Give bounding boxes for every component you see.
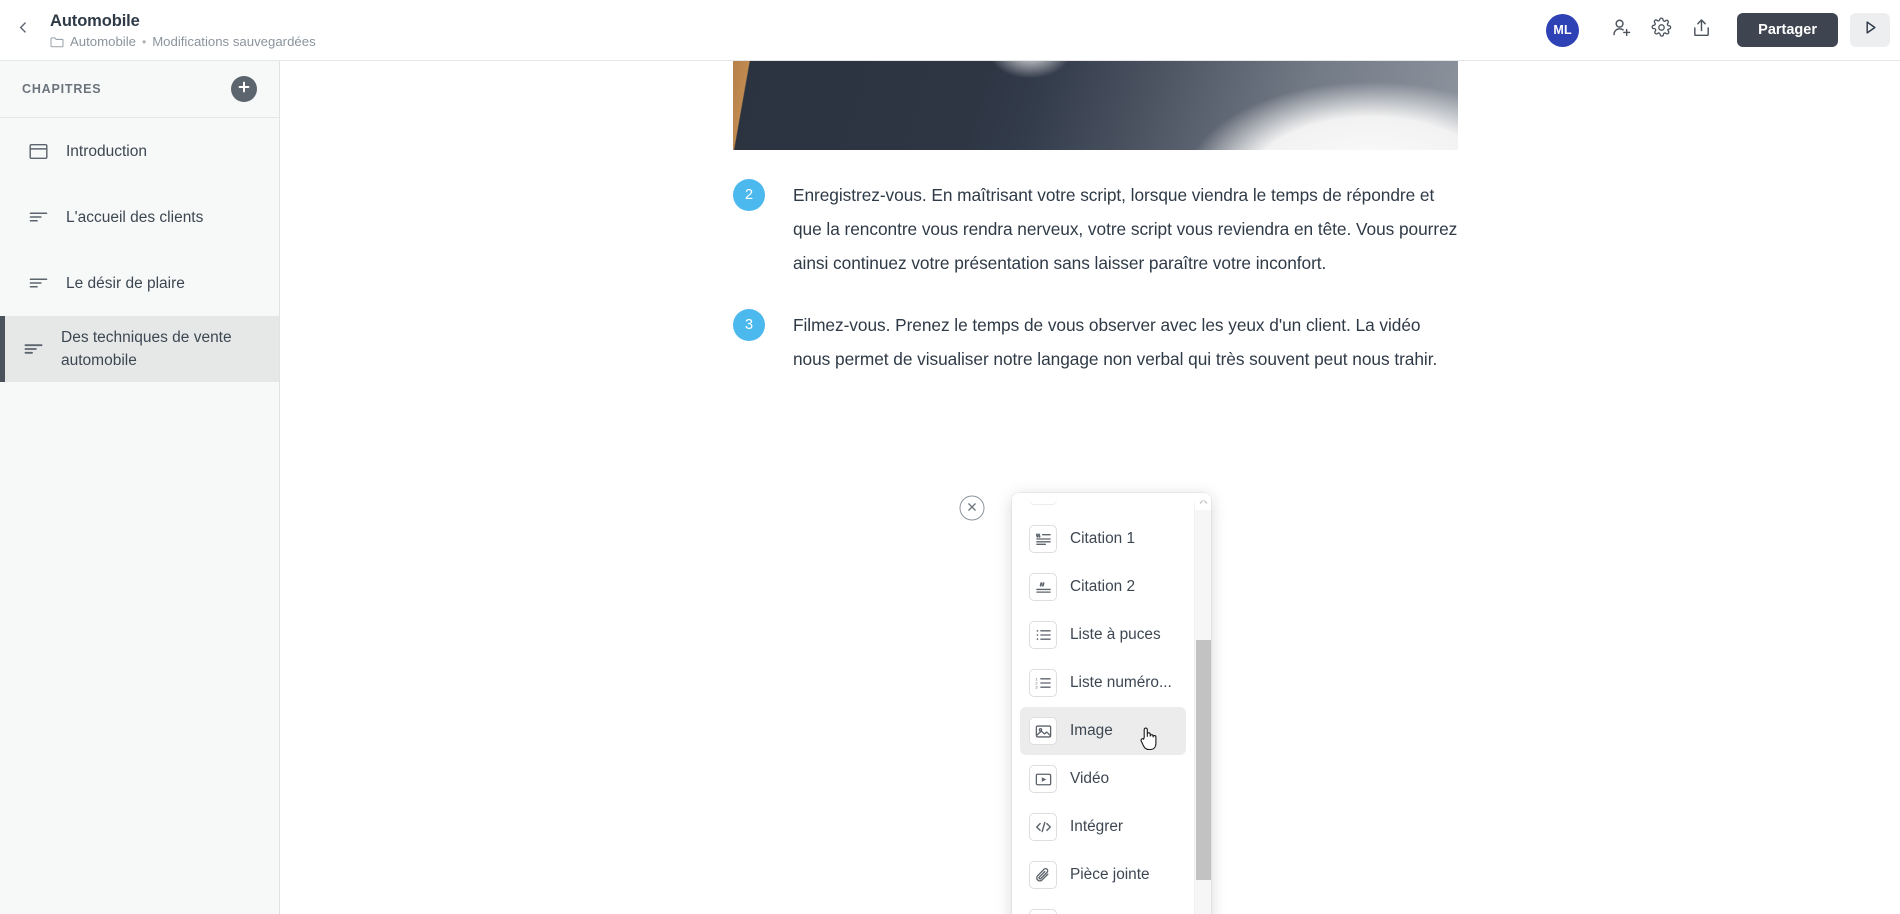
settings-button[interactable] [1641,10,1681,50]
gear-icon [1651,17,1672,43]
block-type-dropdown[interactable]: Titre 2 Citation 1 [1012,493,1211,914]
quote-2-icon [1029,573,1057,601]
bullet-list-icon [1029,621,1057,649]
share-upload-icon [1691,17,1712,43]
sidebar-item-le-desir-de-plaire[interactable]: Le désir de plaire [0,250,279,316]
sidebar-item-label: Introduction [66,142,147,160]
embed-code-icon [1029,813,1057,841]
dropdown-item-citation-2[interactable]: Citation 2 [1020,563,1186,611]
text-lines-icon [27,210,49,224]
dropdown-item-label: Citation 1 [1070,530,1136,547]
sidebar-title: CHAPITRES [22,82,102,96]
sidebar-item-label: Des techniques de vente automobile [61,329,232,369]
add-person-icon [1611,17,1632,43]
sidebar-header: CHAPITRES [0,61,279,118]
question-box-icon [1029,909,1057,914]
sidebar-item-laccueil-des-clients[interactable]: L'accueil des clients [0,184,279,250]
share-button[interactable]: Partager [1737,13,1838,47]
dropdown-item-liste-numerotee[interactable]: 1 2 3 Liste numéro... [1020,659,1186,707]
plus-icon [237,80,251,99]
numbered-list-icon: 1 2 3 [1029,669,1057,697]
scroll-up-button[interactable] [1195,493,1211,510]
invite-user-button[interactable] [1601,10,1641,50]
svg-text:3: 3 [1035,685,1038,690]
list-item-text[interactable]: Filmez-vous. Prenez le temps de vous obs… [793,308,1458,376]
export-button[interactable] [1681,10,1721,50]
video-icon [1029,765,1057,793]
chevron-up-icon [1199,493,1208,511]
hero-image[interactable] [733,61,1458,150]
paperclip-icon [1029,861,1057,889]
dropdown-scrollbar[interactable] [1194,493,1211,914]
folder-icon [50,36,64,48]
breadcrumb-folder-label[interactable]: Automobile [70,34,136,50]
breadcrumb: Automobile • Modifications sauvegardées [50,34,316,50]
dropdown-item-video[interactable]: Vidéo [1020,755,1186,803]
dropdown-item-exercice[interactable]: Exercice [1020,899,1186,914]
editor-content: 2 Enregistrez-vous. En maîtrisant votre … [733,61,1458,376]
dropdown-scroll-area: Titre 2 Citation 1 [1012,493,1194,914]
back-button[interactable] [0,0,46,61]
chevron-left-icon [17,21,30,39]
sidebar-item-introduction[interactable]: Introduction [0,118,279,184]
dropdown-item-label: Citation 2 [1070,578,1136,595]
dropdown-item-label: Pièce jointe [1070,866,1150,883]
list-number-badge: 3 [733,309,765,341]
numbered-block[interactable]: 3 Filmez-vous. Prenez le temps de vous o… [733,308,1458,376]
document-title-block: Automobile Automobile • Modifications sa… [50,11,316,50]
dropdown-item-liste-a-puces[interactable]: Liste à puces [1020,611,1186,659]
cover-page-icon [27,143,49,160]
page-title: Automobile [50,11,140,30]
dropdown-item-image[interactable]: Image [1020,707,1186,755]
numbered-block[interactable]: 2 Enregistrez-vous. En maîtrisant votre … [733,178,1458,280]
scrollbar-thumb[interactable] [1196,640,1211,880]
text-lines-icon [27,276,49,290]
close-block-menu-button[interactable] [959,495,985,521]
dropdown-items: Titre 2 Citation 1 [1012,493,1194,914]
dropdown-item-label: Titre 2 [1070,493,1113,500]
top-bar: Automobile Automobile • Modifications sa… [0,0,1900,61]
heading-2-icon [1029,493,1057,505]
top-bar-actions: ML Partager [1546,0,1900,61]
breadcrumb-separator: • [141,34,147,49]
sidebar-item-des-techniques-de-vente-automobile[interactable]: Des techniques de vente automobile [0,316,279,382]
add-chapter-button[interactable] [231,76,257,102]
dropdown-item-piece-jointe[interactable]: Pièce jointe [1020,851,1186,899]
list-item-text[interactable]: Enregistrez-vous. En maîtrisant votre sc… [793,178,1458,280]
dropdown-item-label: Liste à puces [1070,626,1161,643]
scrollbar-track[interactable] [1195,510,1211,914]
close-icon [967,499,978,517]
editor-main: 2 Enregistrez-vous. En maîtrisant votre … [281,61,1900,914]
sidebar-item-label: Le désir de plaire [66,274,185,292]
dropdown-item-citation-1[interactable]: Citation 1 [1020,515,1186,563]
chapter-list: Introduction L'accueil des clients Le dé… [0,118,279,382]
dropdown-item-integrer[interactable]: Intégrer [1020,803,1186,851]
dropdown-item-label: Liste numéro... [1070,674,1172,691]
save-status-label: Modifications sauvegardées [152,33,316,49]
chapters-sidebar: CHAPITRES Introduction L'accueil des cli… [0,61,280,914]
text-lines-icon [22,342,44,356]
dropdown-item-titre-2[interactable]: Titre 2 [1020,493,1186,515]
dropdown-item-label: Vidéo [1070,770,1110,787]
sidebar-item-label: L'accueil des clients [66,208,204,226]
quote-1-icon [1029,525,1057,553]
dropdown-item-label: Intégrer [1070,818,1124,835]
play-icon [1862,19,1879,41]
list-number-badge: 2 [733,179,765,211]
preview-button[interactable] [1850,13,1890,47]
dropdown-item-label: Image [1070,722,1113,739]
avatar[interactable]: ML [1546,13,1580,47]
image-icon [1029,717,1057,745]
